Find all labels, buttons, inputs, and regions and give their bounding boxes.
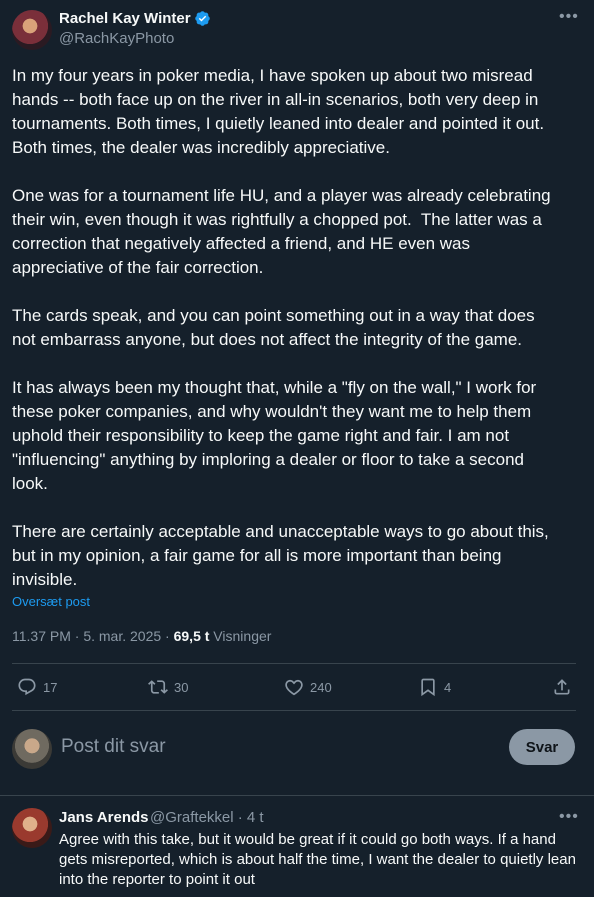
reply-text: Agree with this take, but it would be gr… bbox=[59, 831, 576, 888]
tweet-timestamp[interactable]: 11.37 PM · 5. mar. 2025 · bbox=[12, 628, 174, 644]
repost-count: 30 bbox=[174, 679, 189, 695]
reply-author-avatar[interactable] bbox=[12, 808, 52, 848]
divider bbox=[0, 795, 594, 796]
reply-author-handle[interactable]: @Graftekkel · 4 t bbox=[150, 809, 264, 826]
reply-icon bbox=[18, 678, 36, 696]
reply-more-options-icon[interactable]: ••• bbox=[559, 808, 579, 826]
translate-post-link[interactable]: Oversæt post bbox=[12, 594, 90, 609]
views-count: 69,5 t bbox=[173, 628, 210, 644]
repost-action[interactable]: 30 bbox=[148, 676, 188, 698]
repost-icon bbox=[148, 680, 168, 694]
bookmark-action[interactable]: 4 bbox=[418, 676, 451, 698]
more-options-icon[interactable]: ••• bbox=[559, 8, 579, 26]
author-avatar[interactable] bbox=[12, 10, 52, 50]
current-user-avatar[interactable] bbox=[12, 729, 52, 769]
heart-icon bbox=[285, 679, 303, 696]
reply-action[interactable]: 17 bbox=[17, 676, 57, 698]
share-action[interactable] bbox=[552, 676, 572, 698]
bookmark-count: 4 bbox=[444, 679, 452, 695]
reply-input[interactable]: Post dit svar bbox=[61, 736, 166, 758]
verified-badge-icon bbox=[195, 11, 210, 26]
divider bbox=[12, 663, 576, 664]
share-icon bbox=[554, 679, 570, 695]
reply-button[interactable]: Svar bbox=[509, 729, 575, 765]
tweet-text: In my four years in poker media, I have … bbox=[12, 66, 551, 589]
divider bbox=[12, 710, 576, 711]
author-name[interactable]: Rachel Kay Winter bbox=[59, 10, 191, 27]
bookmark-icon bbox=[421, 678, 435, 697]
like-count: 240 bbox=[310, 679, 332, 695]
reply-count: 17 bbox=[43, 679, 58, 695]
tweet-meta: 11.37 PM · 5. mar. 2025 · 69,5 t Visning… bbox=[12, 628, 271, 644]
author-handle[interactable]: @RachKayPhoto bbox=[59, 30, 174, 47]
like-action[interactable]: 240 bbox=[284, 676, 332, 698]
views-label: Visninger bbox=[209, 628, 272, 644]
reply-author-name[interactable]: Jans Arends bbox=[59, 809, 148, 826]
